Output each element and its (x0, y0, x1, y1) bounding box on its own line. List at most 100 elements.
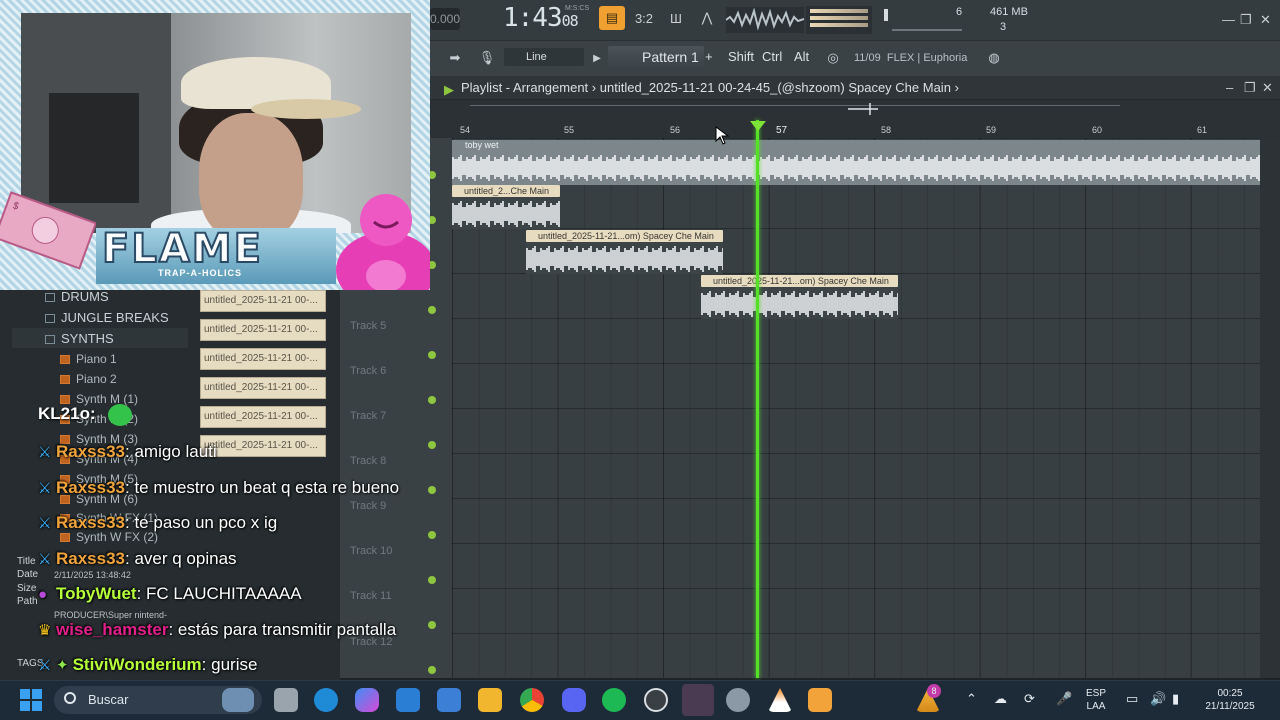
folder-icon (45, 293, 55, 303)
track-label[interactable]: Track 5 (350, 320, 386, 332)
track-label[interactable]: Track 7 (350, 410, 386, 422)
playlist-play-icon[interactable]: ▶ (440, 78, 458, 102)
audio-clip-waveform[interactable] (526, 242, 723, 274)
playlist-minimize-icon[interactable]: – (1226, 80, 1233, 95)
scroll-handle[interactable] (848, 102, 878, 115)
track-mute-dot[interactable] (428, 621, 436, 629)
alt-key-button[interactable]: Alt (794, 49, 809, 64)
track-label[interactable]: Track 9 (350, 500, 386, 512)
pattern-song-toggle-icon[interactable]: ▤ (599, 6, 625, 30)
playlist-close-icon[interactable]: ✕ (1262, 80, 1273, 96)
track-mute-dot[interactable] (428, 576, 436, 584)
mic-tray-icon[interactable]: 🎤 (1056, 692, 1072, 705)
track-mute-dot[interactable] (428, 441, 436, 449)
fl-studio-icon[interactable] (808, 688, 832, 712)
battery-tray-icon[interactable]: ▮ (1172, 692, 1179, 705)
chat-text: : amigo lauti (125, 442, 217, 461)
sample-chip[interactable]: untitled_2025-11-21 00-... (200, 348, 326, 370)
audio-clip-waveform[interactable] (701, 287, 898, 319)
spotify-icon[interactable] (602, 688, 626, 712)
settings-gear-icon[interactable] (726, 688, 750, 712)
folder-icon[interactable] (478, 688, 502, 712)
shift-key-button[interactable]: Shift (728, 49, 754, 64)
audio-clip-title[interactable]: untitled_2025-11-21...om) Spacey Che Mai… (526, 230, 723, 242)
sample-chip[interactable]: untitled_2025-11-21 00-... (200, 290, 326, 312)
play-small-icon[interactable]: ▶ (590, 46, 604, 70)
browser-item[interactable]: Piano 1 (60, 352, 117, 366)
network-tray-icon[interactable]: ☁ (994, 692, 1007, 705)
chevron-up-icon[interactable]: ⌃ (966, 692, 977, 705)
sample-chip[interactable]: untitled_2025-11-21 00-... (200, 406, 326, 428)
tempo-tap-icon[interactable]: 3:2 (630, 6, 658, 30)
copilot-icon[interactable] (355, 688, 379, 712)
minimize-icon[interactable]: — (1222, 12, 1235, 27)
clock[interactable]: 00:25 21/11/2025 (1200, 687, 1260, 713)
track-mute-dot[interactable] (428, 486, 436, 494)
playlist-grid[interactable] (452, 138, 1260, 678)
language-indicator[interactable]: ESP LAA (1086, 687, 1106, 713)
audio-clip-title[interactable]: untitled_2...Che Main (452, 185, 560, 197)
playlist-maximize-icon[interactable]: ❐ (1244, 80, 1256, 96)
playlist-title-bar[interactable]: Playlist - Arrangement › untitled_2025-1… (430, 76, 1280, 100)
close-icon[interactable]: ✕ (1260, 12, 1271, 28)
track-mute-dot[interactable] (428, 351, 436, 359)
audio-clip-title[interactable]: untitled_2025-11-21...om) Spacey Che Mai… (701, 275, 898, 287)
browser-folder-synths[interactable]: SYNTHS (45, 331, 114, 346)
search-highlight-icon[interactable] (222, 688, 254, 712)
tempo-display[interactable]: 0.000 (430, 8, 460, 30)
track-label[interactable]: Track 10 (350, 545, 392, 557)
audio-clip-waveform[interactable] (452, 197, 560, 229)
outlook-icon[interactable] (396, 688, 420, 712)
maximize-icon[interactable]: ❐ (1240, 12, 1252, 28)
bar-number: 59 (986, 125, 997, 135)
clock-time: 00:25 (1217, 688, 1243, 699)
add-pattern-button[interactable]: + (705, 49, 713, 64)
browser-folder-drums[interactable]: DRUMS (45, 289, 109, 304)
track-label[interactable]: Track 8 (350, 455, 386, 467)
audio-clip-waveform[interactable] (452, 151, 1260, 185)
volume-tray-icon[interactable]: 🔊 (1150, 692, 1166, 705)
track-label[interactable]: Track 11 (350, 590, 392, 602)
discord-icon[interactable] (562, 688, 586, 712)
sword-badge-icon: ⚔ (38, 480, 52, 497)
globe-icon[interactable]: ◍ (984, 46, 1004, 70)
browser-folder-jungle[interactable]: JUNGLE BREAKS (45, 310, 169, 325)
waveform-icon (726, 7, 804, 31)
folder-label: SYNTHS (61, 331, 114, 346)
playlist-ruler[interactable]: 54 55 56 57 58 59 60 61 (430, 100, 1280, 138)
track-mute-dot[interactable] (428, 396, 436, 404)
arrow-right-icon[interactable]: ➡ (446, 46, 464, 70)
ctrl-key-button[interactable]: Ctrl (762, 49, 782, 64)
info-path-label: Path (17, 596, 38, 607)
obs-icon[interactable] (644, 688, 668, 712)
chrome-icon[interactable] (520, 688, 544, 712)
search-icon (64, 692, 76, 704)
sample-chip[interactable]: untitled_2025-11-21 00-... (200, 377, 326, 399)
microphone-icon[interactable]: 🎙 (478, 46, 496, 70)
scroll-track[interactable] (470, 105, 1120, 106)
vertical-scrollbar[interactable] (1260, 138, 1280, 678)
track-mute-dot[interactable] (428, 306, 436, 314)
sync-tray-icon[interactable]: ⟳ (1024, 692, 1035, 705)
track-label[interactable]: Track 6 (350, 365, 386, 377)
track-mute-dot[interactable] (428, 531, 436, 539)
mouse-cursor-icon (714, 126, 730, 151)
snap-select[interactable]: Line (504, 48, 584, 66)
league-icon[interactable] (682, 684, 714, 716)
sample-chip[interactable]: untitled_2025-11-21 00-... (200, 319, 326, 341)
playhead-line[interactable] (756, 120, 759, 678)
store-icon[interactable] (437, 688, 461, 712)
edge-icon[interactable] (314, 688, 338, 712)
track-mute-dot[interactable] (428, 666, 436, 674)
browser-item[interactable]: Piano 2 (60, 372, 117, 386)
playhead-marker[interactable] (750, 121, 766, 131)
sample-chip[interactable]: untitled_2025-11-21 00-... (200, 435, 326, 457)
audio-clip-title[interactable]: toby wet (452, 140, 1260, 151)
pattern-selector[interactable]: Pattern 1 (608, 46, 704, 68)
display-tray-icon[interactable]: ▭ (1126, 692, 1138, 705)
windows-start-icon[interactable] (20, 689, 42, 711)
bar-number: 57 (776, 125, 788, 136)
curve-icon[interactable]: ⋀ (693, 6, 721, 30)
mixer-icon[interactable]: Ш (662, 6, 690, 30)
task-view-icon[interactable] (274, 688, 298, 712)
